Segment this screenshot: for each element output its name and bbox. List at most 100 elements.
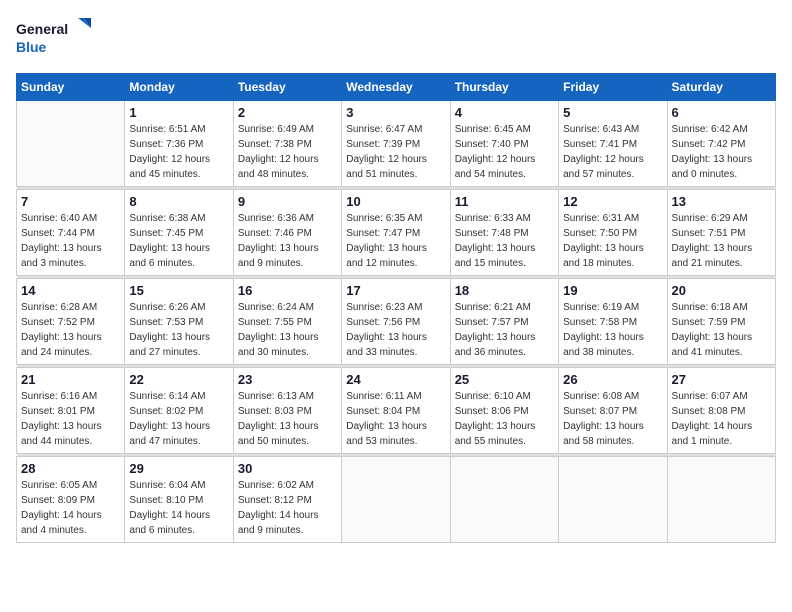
day-number: 11	[455, 194, 554, 209]
day-info: Sunrise: 6:51 AMSunset: 7:36 PMDaylight:…	[129, 122, 228, 182]
calendar-cell: 9 Sunrise: 6:36 AMSunset: 7:46 PMDaylight…	[233, 190, 341, 276]
svg-text:Blue: Blue	[16, 39, 47, 55]
day-number: 19	[563, 283, 662, 298]
day-of-week-header: Tuesday	[233, 74, 341, 101]
day-number: 22	[129, 372, 228, 387]
day-number: 26	[563, 372, 662, 387]
day-info: Sunrise: 6:02 AMSunset: 8:12 PMDaylight:…	[238, 478, 337, 538]
calendar-cell: 3 Sunrise: 6:47 AMSunset: 7:39 PMDaylight…	[342, 101, 450, 187]
day-info: Sunrise: 6:24 AMSunset: 7:55 PMDaylight:…	[238, 300, 337, 360]
calendar-header-row: SundayMondayTuesdayWednesdayThursdayFrid…	[17, 74, 776, 101]
svg-text:General: General	[16, 21, 68, 37]
calendar-cell: 14 Sunrise: 6:28 AMSunset: 7:52 PMDayligh…	[17, 279, 125, 365]
calendar-cell: 17 Sunrise: 6:23 AMSunset: 7:56 PMDayligh…	[342, 279, 450, 365]
day-number: 13	[672, 194, 771, 209]
day-of-week-header: Wednesday	[342, 74, 450, 101]
calendar-cell	[450, 457, 558, 543]
day-number: 27	[672, 372, 771, 387]
calendar-cell: 24 Sunrise: 6:11 AMSunset: 8:04 PMDayligh…	[342, 368, 450, 454]
day-info: Sunrise: 6:49 AMSunset: 7:38 PMDaylight:…	[238, 122, 337, 182]
calendar-cell	[17, 101, 125, 187]
day-info: Sunrise: 6:26 AMSunset: 7:53 PMDaylight:…	[129, 300, 228, 360]
day-number: 10	[346, 194, 445, 209]
day-info: Sunrise: 6:28 AMSunset: 7:52 PMDaylight:…	[21, 300, 120, 360]
day-number: 2	[238, 105, 337, 120]
day-info: Sunrise: 6:33 AMSunset: 7:48 PMDaylight:…	[455, 211, 554, 271]
day-info: Sunrise: 6:42 AMSunset: 7:42 PMDaylight:…	[672, 122, 771, 182]
calendar-cell: 21 Sunrise: 6:16 AMSunset: 8:01 PMDayligh…	[17, 368, 125, 454]
day-number: 9	[238, 194, 337, 209]
day-number: 12	[563, 194, 662, 209]
calendar-week-row: 7 Sunrise: 6:40 AMSunset: 7:44 PMDaylight…	[17, 190, 776, 276]
calendar-week-row: 14 Sunrise: 6:28 AMSunset: 7:52 PMDayligh…	[17, 279, 776, 365]
day-number: 21	[21, 372, 120, 387]
calendar-table: SundayMondayTuesdayWednesdayThursdayFrid…	[16, 73, 776, 543]
day-info: Sunrise: 6:05 AMSunset: 8:09 PMDaylight:…	[21, 478, 120, 538]
calendar-cell	[342, 457, 450, 543]
day-number: 17	[346, 283, 445, 298]
day-number: 15	[129, 283, 228, 298]
day-number: 8	[129, 194, 228, 209]
day-info: Sunrise: 6:38 AMSunset: 7:45 PMDaylight:…	[129, 211, 228, 271]
calendar-cell: 15 Sunrise: 6:26 AMSunset: 7:53 PMDayligh…	[125, 279, 233, 365]
day-info: Sunrise: 6:14 AMSunset: 8:02 PMDaylight:…	[129, 389, 228, 449]
day-info: Sunrise: 6:08 AMSunset: 8:07 PMDaylight:…	[563, 389, 662, 449]
calendar-cell: 27 Sunrise: 6:07 AMSunset: 8:08 PMDayligh…	[667, 368, 775, 454]
day-number: 3	[346, 105, 445, 120]
day-info: Sunrise: 6:10 AMSunset: 8:06 PMDaylight:…	[455, 389, 554, 449]
day-number: 5	[563, 105, 662, 120]
day-number: 24	[346, 372, 445, 387]
day-number: 23	[238, 372, 337, 387]
calendar-week-row: 21 Sunrise: 6:16 AMSunset: 8:01 PMDayligh…	[17, 368, 776, 454]
day-info: Sunrise: 6:40 AMSunset: 7:44 PMDaylight:…	[21, 211, 120, 271]
day-info: Sunrise: 6:29 AMSunset: 7:51 PMDaylight:…	[672, 211, 771, 271]
day-info: Sunrise: 6:13 AMSunset: 8:03 PMDaylight:…	[238, 389, 337, 449]
calendar-cell: 11 Sunrise: 6:33 AMSunset: 7:48 PMDayligh…	[450, 190, 558, 276]
day-of-week-header: Friday	[559, 74, 667, 101]
day-number: 6	[672, 105, 771, 120]
day-info: Sunrise: 6:07 AMSunset: 8:08 PMDaylight:…	[672, 389, 771, 449]
day-of-week-header: Thursday	[450, 74, 558, 101]
calendar-cell: 2 Sunrise: 6:49 AMSunset: 7:38 PMDaylight…	[233, 101, 341, 187]
calendar-cell: 16 Sunrise: 6:24 AMSunset: 7:55 PMDayligh…	[233, 279, 341, 365]
calendar-cell: 12 Sunrise: 6:31 AMSunset: 7:50 PMDayligh…	[559, 190, 667, 276]
calendar-cell: 29 Sunrise: 6:04 AMSunset: 8:10 PMDayligh…	[125, 457, 233, 543]
day-info: Sunrise: 6:47 AMSunset: 7:39 PMDaylight:…	[346, 122, 445, 182]
calendar-cell: 28 Sunrise: 6:05 AMSunset: 8:09 PMDayligh…	[17, 457, 125, 543]
day-of-week-header: Monday	[125, 74, 233, 101]
calendar-cell: 5Sunrise: 6:43 AMSunset: 7:41 PMDaylight…	[559, 101, 667, 187]
calendar-cell	[559, 457, 667, 543]
day-number: 18	[455, 283, 554, 298]
calendar-week-row: 1 Sunrise: 6:51 AMSunset: 7:36 PMDaylight…	[17, 101, 776, 187]
calendar-cell: 8 Sunrise: 6:38 AMSunset: 7:45 PMDaylight…	[125, 190, 233, 276]
day-number: 16	[238, 283, 337, 298]
day-number: 7	[21, 194, 120, 209]
day-info: Sunrise: 6:31 AMSunset: 7:50 PMDaylight:…	[563, 211, 662, 271]
day-info: Sunrise: 6:35 AMSunset: 7:47 PMDaylight:…	[346, 211, 445, 271]
calendar-cell: 13 Sunrise: 6:29 AMSunset: 7:51 PMDayligh…	[667, 190, 775, 276]
calendar-cell: 18 Sunrise: 6:21 AMSunset: 7:57 PMDayligh…	[450, 279, 558, 365]
day-info: Sunrise: 6:18 AMSunset: 7:59 PMDaylight:…	[672, 300, 771, 360]
day-of-week-header: Saturday	[667, 74, 775, 101]
calendar-week-row: 28 Sunrise: 6:05 AMSunset: 8:09 PMDayligh…	[17, 457, 776, 543]
day-info: Sunrise: 6:16 AMSunset: 8:01 PMDaylight:…	[21, 389, 120, 449]
day-number: 28	[21, 461, 120, 476]
day-number: 20	[672, 283, 771, 298]
day-number: 14	[21, 283, 120, 298]
calendar-cell: 6 Sunrise: 6:42 AMSunset: 7:42 PMDaylight…	[667, 101, 775, 187]
calendar-cell: 23 Sunrise: 6:13 AMSunset: 8:03 PMDayligh…	[233, 368, 341, 454]
day-number: 1	[129, 105, 228, 120]
day-info: Sunrise: 6:04 AMSunset: 8:10 PMDaylight:…	[129, 478, 228, 538]
day-number: 4	[455, 105, 554, 120]
day-number: 30	[238, 461, 337, 476]
calendar-cell: 1 Sunrise: 6:51 AMSunset: 7:36 PMDaylight…	[125, 101, 233, 187]
day-of-week-header: Sunday	[17, 74, 125, 101]
calendar-cell: 26 Sunrise: 6:08 AMSunset: 8:07 PMDayligh…	[559, 368, 667, 454]
day-info: Sunrise: 6:36 AMSunset: 7:46 PMDaylight:…	[238, 211, 337, 271]
logo: General Blue	[16, 16, 96, 61]
day-number: 29	[129, 461, 228, 476]
day-info: Sunrise: 6:23 AMSunset: 7:56 PMDaylight:…	[346, 300, 445, 360]
day-info: Sunrise: 6:11 AMSunset: 8:04 PMDaylight:…	[346, 389, 445, 449]
day-number: 25	[455, 372, 554, 387]
day-info: Sunrise: 6:21 AMSunset: 7:57 PMDaylight:…	[455, 300, 554, 360]
